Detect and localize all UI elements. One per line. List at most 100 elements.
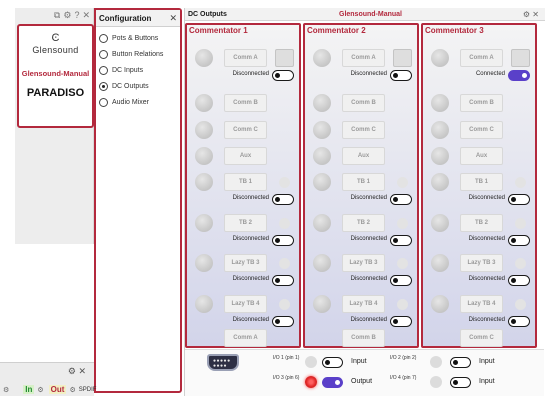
- dsub-connector-icon: ●●●●● ●●●●: [207, 354, 239, 371]
- config-item-dc-outputs[interactable]: DC Outputs: [96, 78, 180, 94]
- lazy-tb3-toggle[interactable]: [390, 275, 412, 286]
- io2-toggle[interactable]: [450, 357, 471, 368]
- io3-toggle[interactable]: [322, 377, 343, 388]
- mixer-controls-icon[interactable]: ⚙ ✕: [68, 366, 86, 377]
- configuration-panel: Configuration ✕ Pots & Buttons Button Re…: [94, 8, 182, 393]
- close-icon[interactable]: ✕: [169, 13, 177, 24]
- radio-button[interactable]: [99, 97, 108, 107]
- tb1-toggle[interactable]: [390, 194, 412, 205]
- radio-button[interactable]: [99, 33, 108, 43]
- gear-icon[interactable]: ⚙: [69, 386, 75, 394]
- comm-a-toggle[interactable]: [508, 70, 530, 81]
- tb1-button[interactable]: TB 1: [224, 173, 267, 191]
- config-item-button-relations[interactable]: Button Relations: [96, 46, 180, 62]
- config-item-audio-mixer[interactable]: Audio Mixer: [96, 94, 180, 110]
- comm-a-status: Disconnected: [350, 71, 387, 77]
- device-panel: ⧉ ⚙ ? ✕ Ͼ Glensound Glensound-Manual PAR…: [15, 8, 94, 244]
- lazy-tb4-button[interactable]: Lazy TB 4: [460, 295, 503, 313]
- config-item-label: Pots & Buttons: [112, 34, 159, 42]
- config-item-label: DC Outputs: [112, 82, 149, 90]
- tb1-toggle[interactable]: [272, 194, 294, 205]
- lazy-tb4-indicator: [397, 299, 408, 310]
- comm-a-toggle[interactable]: [390, 70, 412, 81]
- tb2-led: [431, 214, 449, 232]
- tb2-button[interactable]: TB 2: [224, 214, 267, 232]
- lazy-tb3-button[interactable]: Lazy TB 3: [224, 254, 267, 272]
- config-item-dc-inputs[interactable]: DC Inputs: [96, 62, 180, 78]
- lazy-tb3-button[interactable]: Lazy TB 3: [342, 254, 385, 272]
- io3-mode: Output: [351, 378, 373, 385]
- lazy-tb4-button[interactable]: Lazy TB 4: [224, 295, 267, 313]
- lazy-tb4-indicator: [515, 299, 526, 310]
- lazy-tb4-led: [195, 295, 213, 313]
- lazy-tb4-toggle[interactable]: [390, 316, 412, 327]
- comm-a-toggle[interactable]: [272, 70, 294, 81]
- tb2-indicator: [279, 218, 290, 229]
- lazy-tb4-toggle[interactable]: [272, 316, 294, 327]
- lazy-tb3-toggle[interactable]: [272, 275, 294, 286]
- aux-button[interactable]: Aux: [460, 147, 503, 165]
- tb1-led: [195, 173, 213, 191]
- lazy-tb3-button[interactable]: Lazy TB 3: [460, 254, 503, 272]
- mixer-in-tab[interactable]: In: [23, 385, 35, 394]
- device-name: Glensound-Manual: [21, 69, 90, 78]
- io1-label: I/O 1 (pin 1): [273, 355, 300, 361]
- gear-icon[interactable]: ⚙: [63, 10, 71, 21]
- comm-a-square[interactable]: [275, 49, 294, 67]
- tb2-toggle[interactable]: [508, 235, 530, 246]
- comm-c-button[interactable]: Comm C: [342, 121, 385, 139]
- io3-label: I/O 3 (pin 6): [273, 375, 300, 381]
- tb1-led: [313, 173, 331, 191]
- aux-led: [313, 147, 331, 165]
- tb1-button[interactable]: TB 1: [460, 173, 503, 191]
- config-item-label: Audio Mixer: [112, 98, 149, 106]
- comm-a-status: Connected: [475, 71, 505, 77]
- gear-icon[interactable]: ⚙: [37, 386, 43, 394]
- io4-toggle[interactable]: [450, 377, 471, 388]
- tb2-button[interactable]: TB 2: [460, 214, 503, 232]
- config-item-pots-buttons[interactable]: Pots & Buttons: [96, 30, 180, 46]
- gear-icon[interactable]: ⚙: [3, 386, 9, 394]
- mixer-out-tab[interactable]: Out: [48, 385, 67, 394]
- tb1-toggle[interactable]: [508, 194, 530, 205]
- tb2-button[interactable]: TB 2: [342, 214, 385, 232]
- lazy-tb3-status: Disconnected: [232, 276, 269, 282]
- tb1-button[interactable]: TB 1: [342, 173, 385, 191]
- device-card[interactable]: Ͼ Glensound Glensound-Manual PARADISO: [17, 24, 94, 128]
- lazy-tb4-toggle[interactable]: [508, 316, 530, 327]
- radio-button[interactable]: [99, 49, 108, 59]
- comm-a-button[interactable]: Comm A: [224, 49, 267, 67]
- comm-a-square[interactable]: [393, 49, 412, 67]
- comm-a-button[interactable]: Comm A: [342, 49, 385, 67]
- io1-toggle[interactable]: [322, 357, 343, 368]
- comm-c-button[interactable]: Comm C: [224, 121, 267, 139]
- lazy-tb4-button[interactable]: Lazy TB 4: [342, 295, 385, 313]
- panel-controls-icon[interactable]: ⚙ ✕: [523, 10, 539, 19]
- comm-b-button[interactable]: Comm B: [460, 94, 503, 112]
- bottom-button[interactable]: Comm B: [342, 329, 385, 347]
- help-icon[interactable]: ?: [74, 10, 79, 21]
- tb2-indicator: [397, 218, 408, 229]
- lazy-tb3-toggle[interactable]: [508, 275, 530, 286]
- lazy-tb4-status: Disconnected: [232, 317, 269, 323]
- tb2-toggle[interactable]: [390, 235, 412, 246]
- tb2-status: Disconnected: [468, 236, 505, 242]
- lazy-tb3-led: [195, 254, 213, 272]
- comm-c-button[interactable]: Comm C: [460, 121, 503, 139]
- tb1-indicator: [515, 177, 526, 188]
- comm-a-button[interactable]: Comm A: [460, 49, 503, 67]
- commentator-column: Commentator 2 Comm A Disconnected Comm B Com…: [303, 23, 419, 348]
- column-title: Commentator 1: [189, 26, 248, 35]
- radio-button[interactable]: [99, 65, 108, 75]
- bottom-button[interactable]: Comm C: [460, 329, 503, 347]
- bottom-button[interactable]: Comm A: [224, 329, 267, 347]
- copy-icon[interactable]: ⧉: [54, 10, 60, 21]
- aux-button[interactable]: Aux: [224, 147, 267, 165]
- comm-b-button[interactable]: Comm B: [342, 94, 385, 112]
- close-icon[interactable]: ✕: [82, 10, 90, 21]
- comm-b-button[interactable]: Comm B: [224, 94, 267, 112]
- comm-a-square[interactable]: [511, 49, 530, 67]
- radio-button-selected[interactable]: [99, 81, 108, 91]
- tb2-toggle[interactable]: [272, 235, 294, 246]
- aux-button[interactable]: Aux: [342, 147, 385, 165]
